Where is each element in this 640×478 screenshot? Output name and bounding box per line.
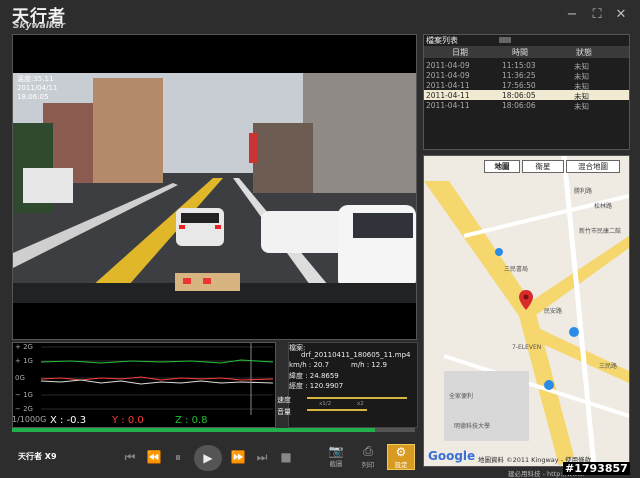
playback-progress[interactable]: [12, 428, 415, 432]
map-label: 民安路: [544, 308, 563, 315]
map-label: 松林路: [594, 203, 613, 210]
file-time: 11:36:25: [502, 71, 536, 80]
map-panel[interactable]: 地圖 衛星 混合地圖 三民書局 7-ELEVEN 全家便利 明德科技大學 民安路…: [423, 155, 630, 467]
speed-tick: x1/2: [319, 401, 332, 407]
snapshot-button[interactable]: 📷 截圖: [323, 444, 349, 468]
location-pin-icon[interactable]: [519, 290, 533, 310]
file-name: drf_20110411_180605_11.mp4: [301, 351, 411, 359]
graph-label: − 2G: [15, 405, 33, 413]
file-date: 2011-04-11: [426, 101, 470, 110]
osd-time: 18:06:05: [17, 93, 49, 101]
file-row[interactable]: 2011-04-11 18:06:06 未知: [424, 100, 629, 111]
map-view-button[interactable]: 地圖: [484, 160, 520, 173]
file-time: 17:56:50: [502, 81, 536, 90]
file-list-scroll-indicator[interactable]: [499, 37, 511, 43]
file-date: 2011-04-09: [426, 71, 470, 80]
google-logo-text: Google: [428, 449, 476, 463]
print-button[interactable]: ⎙ 列印: [355, 444, 381, 469]
printer-icon: ⎙: [363, 444, 373, 458]
video-frame: [13, 73, 416, 303]
playback-progress-fill: [12, 428, 375, 432]
file-time: 18:06:06: [502, 101, 536, 110]
file-date: 2011-04-11: [426, 91, 470, 100]
pause-button[interactable]: ⏸: [170, 450, 186, 465]
minimize-button[interactable]: −: [563, 6, 581, 24]
osd-date: 2011/04/11: [17, 84, 58, 92]
speed-mph: m/h : 12.9: [351, 361, 388, 369]
forward-button[interactable]: ⏩: [230, 450, 246, 464]
last-button[interactable]: ⏭: [254, 450, 270, 465]
device-model: 天行者 X9: [18, 452, 57, 461]
axis-y-value: Y : 0.0: [112, 415, 144, 426]
file-date: 2011-04-09: [426, 61, 470, 70]
axis-z-value: Z : 0.8: [175, 415, 208, 426]
file-list-header: 日期 時間 狀態: [424, 46, 629, 58]
column-date[interactable]: 日期: [452, 47, 468, 58]
map-label: 三民書局: [504, 266, 529, 273]
file-status: 未知: [574, 102, 589, 111]
settings-button[interactable]: ⚙ 設定: [387, 444, 415, 470]
info-panel: 檔案: drf_20110411_180605_11.mp4 km/h : 20…: [277, 342, 418, 428]
file-row[interactable]: 2011-04-11 17:56:50 未知: [424, 80, 629, 91]
stop-button[interactable]: ■: [278, 450, 294, 464]
speed-tick: x2: [357, 401, 364, 407]
gear-icon: ⚙: [395, 445, 407, 459]
google-logo: Google: [428, 449, 475, 463]
longitude: 經度 : 120.9907: [289, 382, 344, 390]
speed-control-label: 速度: [277, 396, 291, 404]
map-label: 全家便利: [449, 393, 474, 400]
file-list-title: 檔案列表: [426, 36, 458, 45]
graph-label: + 1G: [15, 357, 33, 365]
video-player[interactable]: 溫度:35.11 2011/04/11 18:06:05: [12, 34, 417, 340]
restore-button[interactable]: ⛶: [588, 6, 606, 24]
camera-icon: 📷: [328, 444, 344, 458]
speed-kmh: km/h : 20.7: [289, 361, 330, 369]
axis-x-value: X : -0.3: [50, 415, 87, 426]
snapshot-label: 截圖: [329, 460, 343, 468]
satellite-view-button[interactable]: 衛星: [522, 160, 564, 173]
rewind-button[interactable]: ⏪: [146, 450, 162, 464]
file-row-selected[interactable]: 2011-04-11 18:06:05 未知: [424, 90, 629, 101]
file-date: 2011-04-11: [426, 81, 470, 90]
volume-control-label: 音量: [277, 408, 291, 416]
file-list-panel: 檔案列表 日期 時間 狀態 2011-04-09 11:15:03 未知 201…: [423, 34, 630, 150]
app-logo-subtitle: Skywalker: [13, 21, 66, 31]
graph-label: − 1G: [15, 391, 33, 399]
file-row[interactable]: 2011-04-09 11:36:25 未知: [424, 70, 629, 81]
settings-label: 設定: [394, 461, 408, 469]
column-status[interactable]: 狀態: [576, 47, 592, 58]
video-osd: 溫度:35.11 2011/04/11 18:06:05: [17, 75, 57, 102]
graph-label: + 2G: [15, 343, 33, 351]
graph-plot: [41, 343, 273, 415]
latitude: 緯度 : 24.8659: [289, 372, 339, 380]
graph-label: 0G: [15, 374, 25, 382]
close-button[interactable]: ✕: [612, 6, 630, 24]
map-label: 7-ELEVEN: [512, 344, 542, 351]
speed-slider[interactable]: [307, 397, 407, 399]
hybrid-view-button[interactable]: 混合地圖: [566, 160, 620, 173]
graph-ratio: 1/1000G: [12, 415, 47, 424]
print-label: 列印: [361, 461, 375, 469]
osd-temperature: 溫度:35.11: [17, 75, 54, 83]
map-label: 勝利路: [574, 188, 593, 195]
file-time: 11:15:03: [502, 61, 536, 70]
volume-slider[interactable]: [307, 409, 367, 411]
map-label: 明德科技大學: [454, 423, 491, 430]
play-button[interactable]: ▶: [194, 445, 222, 471]
watermark: #1793857: [563, 462, 630, 475]
map-label: 新竹市民康二館: [579, 228, 622, 235]
file-row[interactable]: 2011-04-09 11:15:03 未知: [424, 60, 629, 71]
file-time: 18:06:05: [502, 91, 536, 100]
column-time[interactable]: 時間: [512, 47, 528, 58]
map-label: 三民路: [599, 363, 618, 370]
first-button[interactable]: ⏮: [122, 450, 138, 465]
